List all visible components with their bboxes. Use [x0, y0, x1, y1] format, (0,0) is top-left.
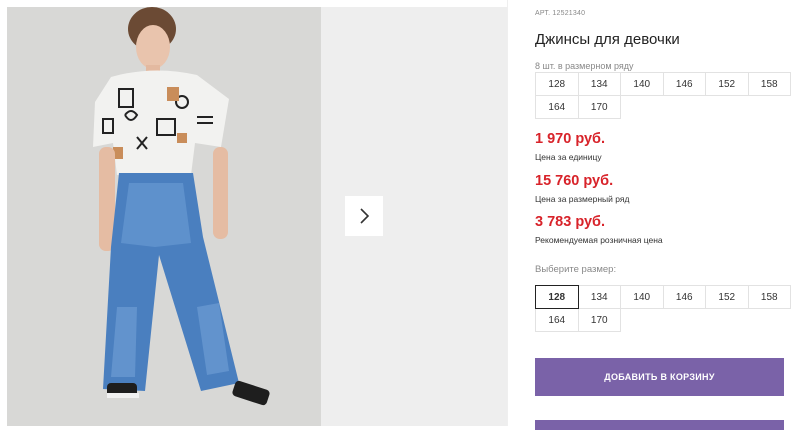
size-option[interactable]: 134: [577, 285, 621, 309]
size-row-cell: 164: [535, 95, 579, 119]
size-option-selected[interactable]: 128: [535, 285, 579, 309]
chevron-right-icon: [360, 208, 370, 224]
size-row-cell: 146: [662, 72, 706, 96]
size-row-price: 15 760 руб.: [535, 173, 614, 189]
size-row-label: 8 шт. в размерном ряду: [535, 61, 634, 71]
size-option[interactable]: 140: [620, 285, 664, 309]
size-row-grid: 128 134 140 146 152 158 164 170: [535, 72, 791, 119]
divider: [507, 0, 508, 426]
size-row-cell: 170: [577, 95, 621, 119]
next-image-button[interactable]: [345, 196, 383, 236]
size-option[interactable]: 158: [747, 285, 791, 309]
girl-in-jeans-image: [7, 7, 321, 426]
size-option[interactable]: 170: [577, 308, 621, 332]
unit-price: 1 970 руб.: [535, 131, 606, 147]
size-row-cell: 134: [577, 72, 621, 96]
choose-size-label: Выберите размер:: [535, 264, 617, 275]
add-to-cart-button[interactable]: ДОБАВИТЬ В КОРЗИНУ: [535, 358, 784, 396]
product-photo[interactable]: [7, 7, 321, 426]
size-row-cell: 152: [705, 72, 749, 96]
size-picker: 128 134 140 146 152 158 164 170: [535, 285, 791, 332]
size-row-cell: 140: [620, 72, 664, 96]
retail-price-note: Рекомендуемая розничная цена: [535, 235, 663, 245]
size-option[interactable]: 164: [535, 308, 579, 332]
size-row-cell: 158: [747, 72, 791, 96]
unit-price-note: Цена за единицу: [535, 152, 602, 162]
size-option[interactable]: 146: [662, 285, 706, 309]
product-gallery: [0, 0, 508, 426]
secondary-button[interactable]: [535, 420, 784, 430]
size-row-price-note: Цена за размерный ряд: [535, 194, 630, 204]
product-title: Джинсы для девочки: [535, 31, 680, 48]
article-number: АРТ. 12521340: [535, 10, 586, 17]
size-row-cell: 128: [535, 72, 579, 96]
retail-price: 3 783 руб.: [535, 214, 606, 230]
size-option[interactable]: 152: [705, 285, 749, 309]
